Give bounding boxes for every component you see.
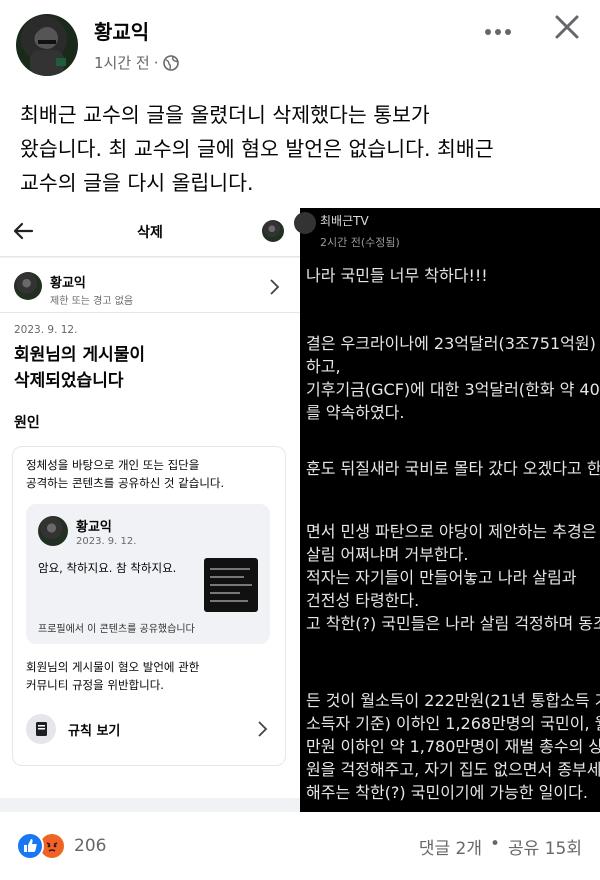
- post-body-line: 왔습니다. 최 교수의 글에 혐오 발언은 없습니다. 최배근: [20, 137, 494, 161]
- reason-label: 원인: [14, 415, 40, 431]
- reaction-count: 206: [74, 836, 107, 856]
- inner-author: 황교익: [76, 520, 112, 535]
- rules-chevron-icon[interactable]: [256, 720, 268, 742]
- text-line: 만원 이하인 약 1,780만명이 재벌 총수의 상속세: [306, 737, 600, 756]
- headline-line: 삭제되었습니다: [14, 371, 124, 391]
- post-meta: 1시간 전 ·: [94, 52, 179, 73]
- rules-icon: [26, 714, 56, 744]
- reactions-summary[interactable]: 206: [16, 832, 106, 860]
- post-body-line: 최배근 교수의 글을 올렸더니 삭제했다는 통보가: [20, 103, 430, 127]
- text-line: 건전성 타령한다.: [306, 591, 420, 610]
- right-screenshot: 최배근TV 2시간 전(수정됨) 나라 국민들 너무 착하다!!! 결은 우크라…: [294, 208, 600, 812]
- text-line: 면서 민생 파탄으로 야당이 제안하는 추경은: [306, 522, 597, 541]
- post-body: 최배근 교수의 글을 올렸더니 삭제했다는 통보가 왔습니다. 최 교수의 글에…: [20, 98, 494, 200]
- author-name[interactable]: 황교익: [94, 16, 149, 45]
- violation-line: 커뮤니티 규정을 위반합니다.: [26, 678, 164, 692]
- text-line: 소득자 기준) 이하인 1,268만명의 국민이, 월소: [306, 714, 600, 733]
- removal-headline: 회원님의 게시물이 삭제되었습니다: [14, 342, 145, 394]
- text-line: 고 착한(?) 국민들은 나라 살림 걱정하며 동조를: [306, 614, 600, 633]
- reason-line: 정체성을 바탕으로 개인 또는 집단을: [26, 458, 200, 472]
- violation-text: 회원님의 게시물이 혐오 발언에 관한 커뮤니티 규정을 위반합니다.: [26, 658, 199, 694]
- attached-image[interactable]: 삭제 황교익 제한 또는 경고 없음 2023. 9. 12. 회원님의 게시물…: [0, 208, 600, 812]
- text-line: 기후기금(GCF)에 대한 3억달러(한화 약 4011억: [306, 380, 600, 399]
- account-status: 제한 또는 경고 없음: [50, 296, 134, 307]
- reason-text: 정체성을 바탕으로 개인 또는 집단을 공격하는 콘텐츠를 공유하신 것 같습니…: [26, 456, 224, 492]
- left-screenshot: 삭제 황교익 제한 또는 경고 없음 2023. 9. 12. 회원님의 게시물…: [0, 208, 300, 812]
- inner-avatar: [38, 516, 68, 546]
- inner-thumbnail: [204, 558, 258, 612]
- text-line: 든 것이 월소득이 222만원(21년 통합소득 기준: [306, 691, 600, 710]
- user-avatar-small: [262, 220, 284, 242]
- engagement-stats: 댓글 2개 • 공유 15회: [419, 834, 582, 859]
- headline-line: 회원님의 게시물이: [14, 345, 146, 365]
- violation-line: 회원님의 게시물이 혐오 발언에 관한: [26, 660, 200, 674]
- screen-title: 삭제: [137, 225, 163, 241]
- inner-text: 암요, 착하지요. 참 착하지요.: [38, 561, 177, 575]
- text-line: 원을 걱정해주고, 자기 집도 없으면서 종부세: [306, 760, 600, 779]
- meta-dot: ·: [153, 53, 159, 72]
- text-line: 나라 국민들 너무 착하다!!!: [306, 266, 488, 285]
- user-avatar: [14, 272, 42, 300]
- account-name[interactable]: 황교익: [50, 272, 86, 291]
- channel-time: 2시간 전(수정됨): [320, 236, 400, 249]
- more-options-icon[interactable]: [484, 22, 512, 41]
- post-time[interactable]: 1시간 전: [94, 52, 150, 73]
- inner-date: 2023. 9. 12.: [76, 536, 137, 547]
- share-count[interactable]: 공유 15회: [508, 834, 582, 859]
- text-line: 해주는 착한(?) 국민이기에 가능한 일이다.: [306, 783, 588, 802]
- text-line: 훈도 뒤질새라 국비로 몰타 갔다 오겠다고 한다.: [306, 459, 600, 478]
- divider: [0, 312, 300, 313]
- post-body-line: 교수의 글을 다시 올립니다.: [20, 171, 254, 195]
- text-line: 하고,: [306, 357, 341, 376]
- left-bottom-strip: [0, 798, 300, 812]
- reason-line: 공격하는 콘텐츠를 공유하신 것 같습니다.: [26, 476, 225, 490]
- globe-icon: [162, 54, 179, 71]
- channel-name: 최배근TV: [320, 214, 369, 228]
- shared-from-text: 프로필에서 이 콘텐츠를 공유했습니다: [38, 624, 195, 635]
- channel-avatar: [294, 212, 316, 234]
- close-icon[interactable]: [554, 14, 580, 44]
- avatar-photo: [30, 27, 66, 76]
- text-line: 를 약속하였다.: [306, 403, 405, 422]
- removal-date: 2023. 9. 12.: [14, 324, 78, 336]
- chevron-right-icon[interactable]: [268, 278, 280, 300]
- text-line: 결은 우크라이나에 23억달러(3조751억원) 추가: [306, 334, 600, 353]
- text-line: 적자는 자기들이 만들어놓고 나라 살림과: [306, 568, 577, 587]
- rules-button[interactable]: 규칙 보기: [68, 720, 120, 739]
- text-line: 살림 어쩌냐며 거부한다.: [306, 545, 469, 564]
- comment-count[interactable]: 댓글 2개: [419, 834, 482, 859]
- like-reaction-icon: [16, 832, 44, 860]
- author-avatar[interactable]: [16, 14, 78, 76]
- stats-separator: •: [490, 834, 501, 854]
